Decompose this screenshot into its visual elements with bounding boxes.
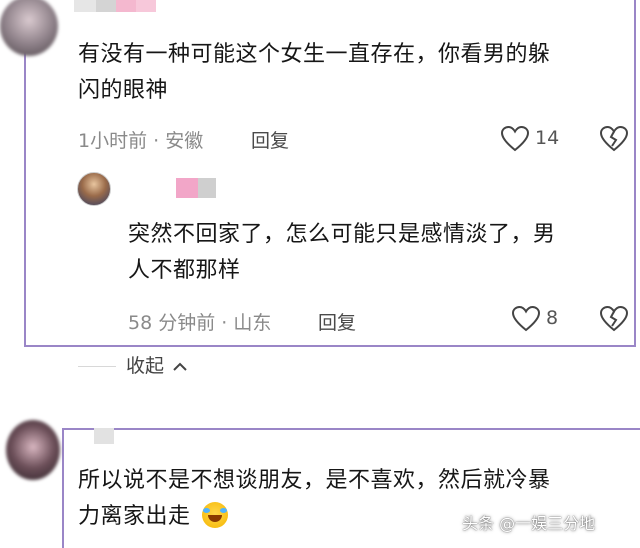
avatar[interactable] xyxy=(77,172,111,206)
heart-icon[interactable] xyxy=(501,126,529,152)
collapse-replies-button[interactable]: 收起 xyxy=(126,351,188,378)
collapse-label: 收起 xyxy=(126,355,165,377)
like-count: 8 xyxy=(546,307,559,329)
divider xyxy=(78,366,116,367)
comment-text: 突然不回家了，怎么可能只是感情淡了，男 人不都那样 xyxy=(128,222,556,283)
crying-laughing-emoji-icon xyxy=(202,502,229,528)
dislike-icon[interactable] xyxy=(600,306,628,332)
username-mosaic xyxy=(176,178,198,198)
chevron-up-icon xyxy=(173,362,187,371)
username-mosaic xyxy=(130,180,152,198)
username-mosaic xyxy=(116,0,136,12)
comment-meta: 58 分钟前 · 山东 xyxy=(128,312,272,334)
reply-button[interactable]: 回复 xyxy=(251,126,289,153)
username-mosaic xyxy=(96,0,116,12)
heart-icon[interactable] xyxy=(512,306,540,332)
username-mosaic xyxy=(94,428,114,444)
avatar[interactable] xyxy=(6,420,60,480)
username-mosaic xyxy=(136,0,156,12)
username-mosaic xyxy=(74,0,96,12)
reply-button[interactable]: 回复 xyxy=(318,308,356,335)
watermark: 头条 @一娱三分地 xyxy=(462,514,596,533)
comment-meta: 1小时前 · 安徽 xyxy=(78,130,204,152)
username-mosaic xyxy=(198,178,216,198)
dislike-icon[interactable] xyxy=(600,126,628,152)
comment-text: 有没有一种可能这个女生一直存在，你看男的躲 闪的眼神 xyxy=(78,42,551,103)
like-count: 14 xyxy=(535,127,560,149)
